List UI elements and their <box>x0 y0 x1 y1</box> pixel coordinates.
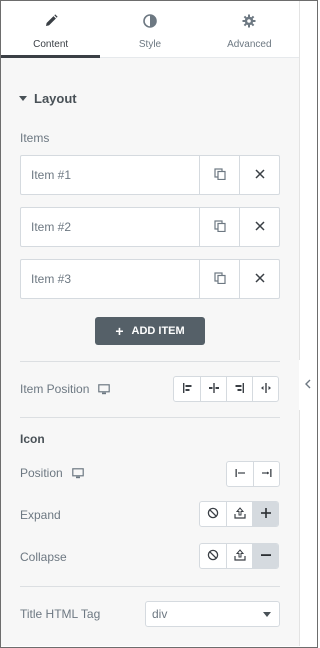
icon-section-title: Icon <box>20 432 45 446</box>
caret-down-icon <box>19 96 27 101</box>
collapse-icon-control <box>199 543 279 569</box>
remove-button[interactable] <box>239 208 279 246</box>
plus-icon: + <box>115 323 124 339</box>
repeater-item[interactable]: Item #1 <box>20 155 280 195</box>
items-label: Items <box>20 131 50 145</box>
duplicate-button[interactable] <box>199 260 239 298</box>
align-end-icon <box>234 382 246 397</box>
tab-advanced[interactable]: Advanced <box>200 1 299 57</box>
divider <box>20 417 280 418</box>
tab-content[interactable]: Content <box>1 1 101 58</box>
tab-style[interactable]: Style <box>100 1 199 57</box>
collapse-upload-button[interactable] <box>226 544 252 568</box>
tab-advanced-label: Advanced <box>227 39 272 50</box>
item-position-label: Item Position <box>20 382 111 396</box>
icon-position-control <box>226 461 280 487</box>
icon-left-button[interactable] <box>227 462 253 486</box>
copy-icon <box>213 167 226 183</box>
editor-panel: Content Style Advanced Layout Items Item… <box>1 1 299 646</box>
close-icon <box>254 272 265 286</box>
title-tag-select[interactable]: div <box>145 601 280 627</box>
collapse-panel-button[interactable] <box>299 360 317 410</box>
repeater-item[interactable]: Item #3 <box>20 259 280 299</box>
item-position-control <box>173 376 279 402</box>
align-center-icon <box>208 382 220 397</box>
half-circle-icon <box>143 12 157 30</box>
section-layout-toggle[interactable]: Layout <box>19 91 77 106</box>
repeater-item-title[interactable]: Item #2 <box>21 208 199 246</box>
ban-icon <box>207 507 219 522</box>
ban-icon <box>207 549 219 564</box>
add-item-label: ADD ITEM <box>131 325 185 337</box>
desktop-icon[interactable] <box>98 383 111 395</box>
align-start-button[interactable] <box>174 377 200 401</box>
align-stretch-icon <box>260 382 272 397</box>
align-end-button[interactable] <box>226 377 252 401</box>
upload-icon <box>233 506 246 522</box>
align-stretch-button[interactable] <box>252 377 278 401</box>
tab-style-label: Style <box>138 39 162 50</box>
expand-icon-control <box>199 501 279 527</box>
align-center-button[interactable] <box>200 377 226 401</box>
divider <box>20 586 280 587</box>
icon-right-button[interactable] <box>253 462 279 486</box>
desktop-icon[interactable] <box>71 467 84 479</box>
icon-position-label: Position <box>20 466 84 480</box>
section-title: Layout <box>34 91 77 106</box>
panel-tabs: Content Style Advanced <box>1 1 299 58</box>
chevron-left-icon <box>305 378 311 392</box>
tab-content-label: Content <box>33 39 69 50</box>
close-icon <box>254 220 265 234</box>
item-position-text: Item Position <box>20 382 90 396</box>
add-item-button[interactable]: + ADD ITEM <box>95 317 205 345</box>
divider <box>20 361 280 362</box>
gear-icon <box>242 12 256 30</box>
upload-icon <box>233 548 246 564</box>
remove-button[interactable] <box>239 260 279 298</box>
collapse-none-button[interactable] <box>200 544 226 568</box>
chevron-down-icon <box>263 611 271 617</box>
expand-none-button[interactable] <box>200 502 226 526</box>
repeater-item-title[interactable]: Item #1 <box>21 156 199 194</box>
collapse-label: Collapse <box>20 550 67 564</box>
title-tag-value: div <box>152 607 168 621</box>
copy-icon <box>213 219 226 235</box>
expand-label: Expand <box>20 508 61 522</box>
preview-edge <box>299 1 317 646</box>
copy-icon <box>213 271 226 287</box>
repeater-item-title[interactable]: Item #3 <box>21 260 199 298</box>
collapse-minus-button[interactable] <box>252 544 278 568</box>
align-left-edge-icon <box>234 467 246 482</box>
duplicate-button[interactable] <box>199 156 239 194</box>
plus-icon <box>260 507 272 522</box>
expand-upload-button[interactable] <box>226 502 252 526</box>
title-tag-label: Title HTML Tag <box>20 607 101 621</box>
duplicate-button[interactable] <box>199 208 239 246</box>
expand-plus-button[interactable] <box>252 502 278 526</box>
icon-position-text: Position <box>20 466 63 480</box>
pencil-icon <box>44 12 58 30</box>
remove-button[interactable] <box>239 156 279 194</box>
repeater-item[interactable]: Item #2 <box>20 207 280 247</box>
close-icon <box>254 168 265 182</box>
minus-icon <box>260 549 272 564</box>
align-start-icon <box>181 382 193 397</box>
align-right-edge-icon <box>261 467 273 482</box>
